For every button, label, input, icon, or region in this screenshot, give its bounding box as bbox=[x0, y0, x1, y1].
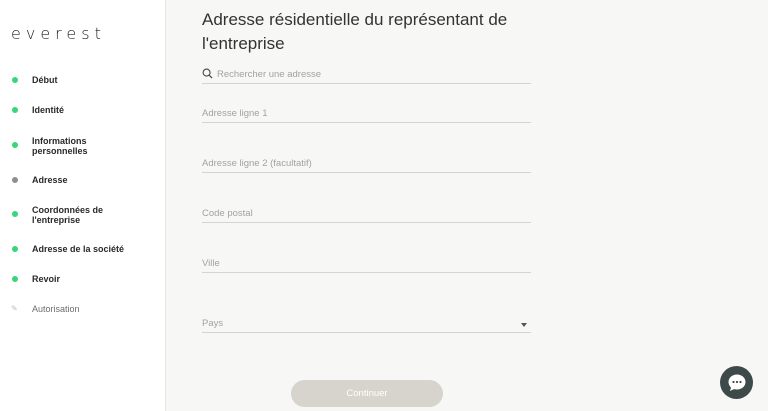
step-label: Revoir bbox=[32, 274, 61, 284]
address-line1-field[interactable]: Adresse ligne 1 bbox=[202, 103, 531, 123]
postal-code-placeholder: Code postal bbox=[202, 208, 253, 219]
step-label: Informations personnelles bbox=[32, 136, 88, 156]
postal-code-field[interactable]: Code postal bbox=[202, 203, 531, 223]
city-field[interactable]: Ville bbox=[202, 253, 531, 273]
step-done-dot bbox=[12, 211, 18, 217]
step-current-dot bbox=[12, 177, 18, 183]
step-done-dot bbox=[12, 107, 18, 113]
step-label: Adresse bbox=[32, 175, 68, 185]
country-placeholder: Pays bbox=[202, 318, 224, 329]
continue-button[interactable]: Continuer bbox=[291, 380, 443, 407]
step-done-dot bbox=[12, 142, 18, 148]
address-line1-placeholder: Adresse ligne 1 bbox=[202, 108, 268, 119]
page-title: Adresse résidentielle du représentant de… bbox=[202, 10, 508, 53]
search-icon bbox=[202, 68, 213, 79]
sidebar: everest Début Identité Informations pers… bbox=[0, 0, 166, 411]
address-search-input[interactable]: Rechercher une adresse bbox=[202, 64, 531, 84]
address-line2-field[interactable]: Adresse ligne 2 (facultatif) bbox=[202, 153, 531, 173]
step-done-dot bbox=[12, 77, 18, 83]
chat-bubble-icon bbox=[728, 374, 745, 391]
step-label: Coordonnées de l'entreprise bbox=[32, 205, 104, 225]
step-done-dot bbox=[12, 276, 18, 282]
step-pending-icon: ✎ bbox=[11, 304, 18, 313]
everest-logo: everest bbox=[11, 24, 106, 43]
city-placeholder: Ville bbox=[202, 258, 220, 269]
step-label: Autorisation bbox=[32, 304, 80, 314]
search-placeholder: Rechercher une adresse bbox=[217, 69, 322, 80]
address-line2-placeholder: Adresse ligne 2 (facultatif) bbox=[202, 158, 312, 169]
chevron-down-icon bbox=[521, 323, 527, 327]
country-select[interactable]: Pays bbox=[202, 313, 531, 333]
chat-launcher-button[interactable] bbox=[720, 366, 753, 399]
main-content: Adresse résidentielle du représentant de… bbox=[166, 0, 768, 411]
step-label: Adresse de la société bbox=[32, 244, 125, 254]
step-label: Identité bbox=[32, 105, 65, 115]
step-label: Début bbox=[32, 75, 58, 85]
step-done-dot bbox=[12, 246, 18, 252]
